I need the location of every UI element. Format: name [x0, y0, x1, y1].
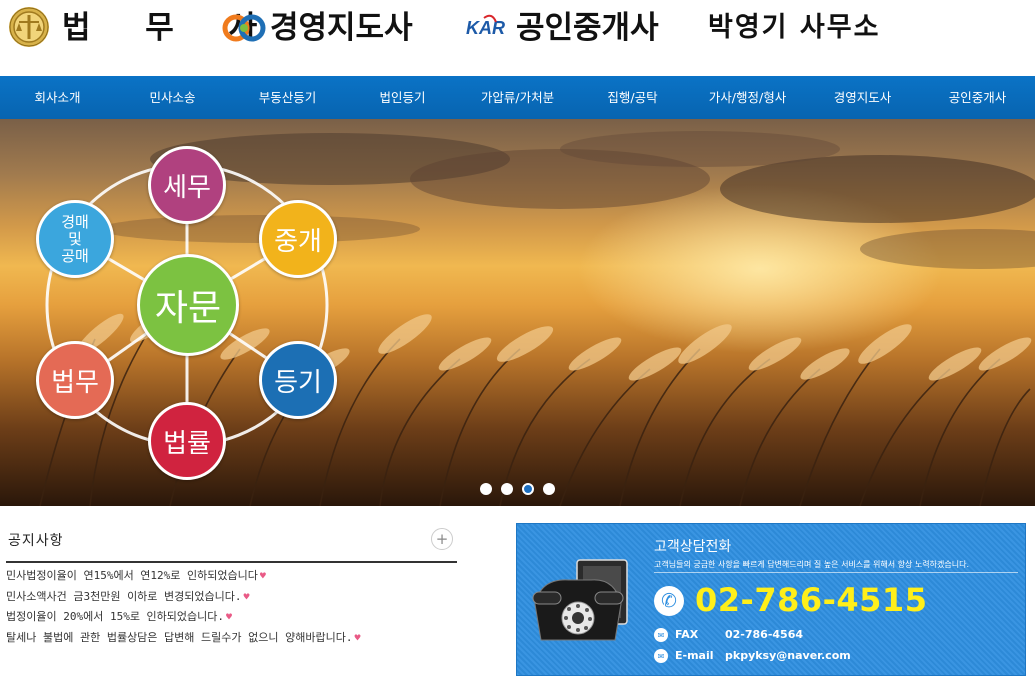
- fax-icon: ✉: [654, 628, 668, 642]
- nav-item-execution-deposit[interactable]: 집행/공탁: [575, 76, 690, 119]
- notice-item[interactable]: 법정이율이 20%에서 15%로 인하되었습니다. ♥: [6, 607, 361, 628]
- notice-item-text[interactable]: 탈세나 불법에 관한 법률상담은 답변해 드릴수가 없으니 양해바랍니다.: [6, 631, 352, 644]
- nav-item-real-estate-registry[interactable]: 부동산등기: [230, 76, 345, 119]
- notice-more-button[interactable]: +: [431, 528, 453, 550]
- slider-pagination: [480, 483, 555, 495]
- hub-circle-auction-line2: 및: [68, 229, 82, 248]
- phone-icon: ✆: [654, 586, 684, 616]
- main-nav: 회사소개 민사소송 부동산등기 법인등기 가압류/가처분 집행/공탁 가사/행정…: [0, 76, 1035, 119]
- contact-description: 고객님들의 궁금한 사항을 빠르게 답변해드리며 질 높은 서비스를 위해서 항…: [654, 560, 970, 569]
- telephone-image-icon: [532, 559, 628, 641]
- heart-icon: ♥: [259, 571, 266, 582]
- nav-item-corporate-registry[interactable]: 법인등기: [345, 76, 460, 119]
- nav-item-realtor[interactable]: 공인중개사: [920, 76, 1035, 119]
- notice-item-text[interactable]: 민사소액사건 금3천만원 이하로 변경되었습니다.: [6, 590, 242, 603]
- court-emblem-icon[interactable]: [8, 6, 50, 48]
- notice-board: 공지사항 + 민사법정이율이 연15%에서 연12%로 인하되었습니다 ♥ 민사소…: [0, 506, 470, 684]
- notice-item-text[interactable]: 법정이율이 20%에서 15%로 인하되었습니다.: [6, 610, 224, 623]
- hub-circle-brokerage-label: 중개: [274, 226, 322, 257]
- heart-icon: ♥: [354, 632, 361, 644]
- heart-icon: ♥: [243, 591, 250, 603]
- hub-circle-tax-label: 세무: [163, 172, 211, 203]
- notice-item-text[interactable]: 민사법정이율이 연15%에서 연12%로 인하되었습니다: [6, 569, 258, 582]
- fax-number: 02-786-4564: [725, 628, 804, 641]
- hub-circle-legal-affairs[interactable]: 법무: [36, 341, 114, 419]
- email-address[interactable]: pkpyksy@naver.com: [725, 649, 851, 662]
- hub-circle-auction[interactable]: 경매 및 공매: [36, 200, 114, 278]
- nav-item-company[interactable]: 회사소개: [0, 76, 115, 119]
- notice-item[interactable]: 민사법정이율이 연15%에서 연12%로 인하되었습니다 ♥: [6, 566, 361, 587]
- brand-title-management[interactable]: 경영지도사: [270, 8, 413, 48]
- notice-item[interactable]: 민사소액사건 금3천만원 이하로 변경되었습니다. ♥: [6, 587, 361, 608]
- slider-dot-2[interactable]: [501, 483, 513, 495]
- hero-slider: 자문 세무 중개 등기 법률 법무 경매 및 공매: [0, 119, 1035, 506]
- nav-item-provisional-seizure[interactable]: 가압류/가처분: [460, 76, 575, 119]
- brand-title-realtor[interactable]: 공인중개사: [516, 8, 659, 48]
- email-icon: ✉: [654, 649, 668, 663]
- hub-circle-tax[interactable]: 세무: [148, 146, 226, 224]
- hub-circle-legal-affairs-label: 법무: [51, 367, 99, 398]
- email-label: E-mail: [675, 649, 714, 662]
- notice-divider: [6, 561, 457, 563]
- hub-circle-auction-line3: 공매: [61, 246, 89, 265]
- hub-circle-consulting-label: 자문: [154, 288, 222, 329]
- contact-divider: [654, 572, 1018, 573]
- slider-dot-3-active[interactable]: [522, 483, 534, 495]
- nav-item-management-consultant[interactable]: 경영지도사: [805, 76, 920, 119]
- site-header: 법 무 사 경영지도사 KAR 공인중개사 박영기 사무소: [0, 0, 1035, 76]
- hub-circle-law[interactable]: 법률: [148, 402, 226, 480]
- kar-logo-icon: KAR: [466, 14, 505, 38]
- hub-circle-brokerage[interactable]: 중개: [259, 200, 337, 278]
- brand-title-office[interactable]: 박영기 사무소: [708, 8, 880, 48]
- slider-dot-1[interactable]: [480, 483, 492, 495]
- phone-number[interactable]: 02-786-4515: [695, 580, 927, 620]
- contact-panel: 고객상담전화 고객님들의 궁금한 사항을 빠르게 답변해드리며 질 높은 서비스…: [516, 523, 1026, 676]
- hub-circle-registry[interactable]: 등기: [259, 341, 337, 419]
- kar-logo-text: KAR: [466, 18, 505, 38]
- contact-title: 고객상담전화: [654, 539, 732, 555]
- slider-dot-4[interactable]: [543, 483, 555, 495]
- notice-item[interactable]: 탈세나 불법에 관한 법률상담은 답변해 드릴수가 없으니 양해바랍니다. ♥: [6, 628, 361, 649]
- notice-list: 민사법정이율이 연15%에서 연12%로 인하되었습니다 ♥ 민사소액사건 금3천…: [6, 566, 361, 648]
- fax-label: FAX: [675, 628, 699, 641]
- hub-circle-law-label: 법률: [163, 428, 211, 459]
- notice-title: 공지사항: [8, 533, 64, 549]
- hub-circle-auction-line1: 경매: [61, 212, 89, 231]
- hub-circle-registry-label: 등기: [274, 367, 322, 398]
- nav-item-family-admin-criminal[interactable]: 가사/행정/형사: [690, 76, 805, 119]
- heart-icon: ♥: [226, 612, 233, 623]
- management-consultant-logo-icon: [222, 14, 266, 42]
- nav-item-civil-suit[interactable]: 민사소송: [115, 76, 230, 119]
- hub-circle-consulting[interactable]: 자문: [137, 254, 239, 356]
